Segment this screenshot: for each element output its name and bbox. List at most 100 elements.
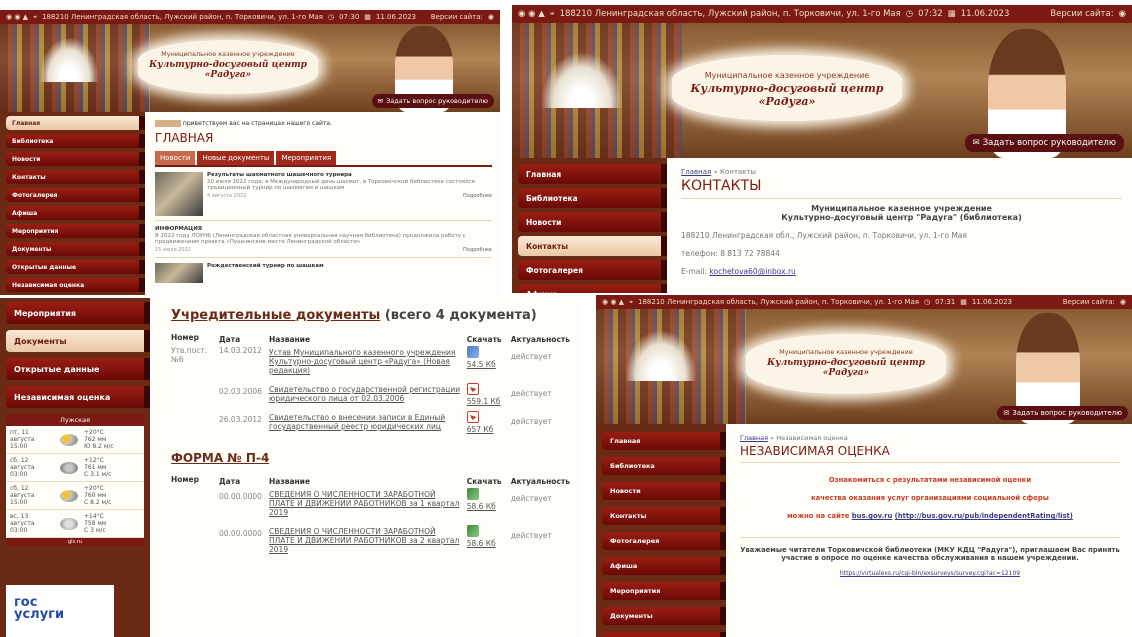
sidebar-item-news[interactable]: Новости <box>602 482 726 500</box>
doc-number <box>171 383 219 411</box>
doc-size-link[interactable]: 58.6 Кб <box>467 502 496 511</box>
sidebar-item-home[interactable]: Главная <box>6 116 145 130</box>
sidebar-item-rating[interactable]: Независимая оценка <box>6 386 150 408</box>
table-header: Номер Дата Название Скачать Актуальность <box>171 333 570 346</box>
table-row: 00.00.0000 СВЕДЕНИЯ О ЧИСЛЕННОСТИ ЗАРАБО… <box>171 488 570 525</box>
sidebar-item-documents[interactable]: Документы <box>6 330 150 352</box>
site-banner[interactable]: Муниципальное казенное учреждение Культу… <box>746 334 946 394</box>
ask-director-button[interactable]: ✉ Задать вопрос руководителю <box>371 94 494 108</box>
doc-date: 02.03.2006 <box>219 387 262 396</box>
ask-director-button[interactable]: ✉ Задать вопрос руководителю <box>964 134 1124 152</box>
sidebar-item-playbill[interactable]: Афиша <box>602 557 726 575</box>
tab-new-documents[interactable]: Новые документы <box>197 151 275 165</box>
email-link[interactable]: kochetova60@inbox.ru <box>709 267 795 276</box>
partly-cloudy-icon <box>60 433 78 446</box>
weather-time: 15:00 <box>10 443 28 450</box>
org-name: Культурно-досуговый центр "Радуга" (библ… <box>781 213 1022 222</box>
news-thumbnail[interactable] <box>155 263 203 283</box>
version-label: Версии сайта: <box>1062 298 1115 306</box>
weather-wind: С 3 м/с <box>84 527 106 534</box>
sidebar-item-events[interactable]: Мероприятия <box>602 582 726 600</box>
site-banner[interactable]: Муниципальное казенное учреждение Культу… <box>138 40 318 94</box>
panel-contacts: ◉ ◉ ▲ ⌖ 188210 Ленинградская область, Лу… <box>512 5 1132 293</box>
excel-icon[interactable] <box>466 525 479 537</box>
page-title-link[interactable]: Учредительные документы <box>171 308 380 323</box>
column-header: Актуальность <box>510 477 570 486</box>
sidebar-item-library[interactable]: Библиотека <box>518 188 667 208</box>
news-thumbnail[interactable] <box>155 172 203 216</box>
doc-size-link[interactable]: 58.6 Кб <box>467 539 496 548</box>
eye-icon[interactable]: ◉ <box>1120 298 1126 306</box>
read-more-link[interactable]: Подробнее <box>463 193 492 199</box>
sidebar-item-contacts[interactable]: Контакты <box>6 170 145 184</box>
news-item[interactable]: ИНФОРМАЦИЯ В 2022 году ЛОУНБ (Ленинградс… <box>155 226 492 258</box>
pdf-icon[interactable] <box>466 411 479 423</box>
form-section-title[interactable]: ФОРМА № П-4 <box>171 451 570 465</box>
site-banner[interactable]: Муниципальное казенное учреждение Культу… <box>672 55 902 121</box>
news-item[interactable]: Результаты шахматного шашечного турнира … <box>155 172 492 221</box>
breadcrumb-home-link[interactable]: Главная <box>681 168 711 176</box>
doc-name-link[interactable]: Устав Муниципального казенного учреждени… <box>269 348 455 375</box>
sidebar-item-news[interactable]: Новости <box>518 212 667 232</box>
column-header: Дата <box>219 477 241 486</box>
sidebar-item-playbill[interactable]: Афиша <box>518 284 667 293</box>
top-bar: ◉ ◉ ▲ ⌖ 188210 Ленинградская область, Лу… <box>512 5 1132 23</box>
news-title[interactable]: ИНФОРМАЦИЯ <box>155 226 492 232</box>
sidebar-item-open-data[interactable]: Открытые данные <box>6 358 150 380</box>
sidebar-item-open-data[interactable]: Открытые данные <box>602 632 726 637</box>
weather-footer[interactable]: gis.ru <box>6 538 144 546</box>
doc-name-link[interactable]: СВЕДЕНИЯ О ЧИСЛЕННОСТИ ЗАРАБОТНОЙ ПЛАТЕ … <box>269 490 459 517</box>
sidebar-item-home[interactable]: Главная <box>602 432 726 450</box>
pdf-icon[interactable] <box>466 383 479 395</box>
doc-name-link[interactable]: СВЕДЕНИЯ О ЧИСЛЕННОСТИ ЗАРАБОТНОЙ ПЛАТЕ … <box>269 527 459 554</box>
accessibility-icon[interactable]: ◉ ◉ ▲ <box>6 13 28 21</box>
news-item[interactable]: Рождественский турнир по шашкам <box>155 263 492 287</box>
accessibility-icon[interactable]: ◉ ◉ ▲ <box>602 298 624 306</box>
doc-size-link[interactable]: 559.1 Кб <box>467 397 501 406</box>
survey-link[interactable]: https://virtualexs.ru/cgi-bin/exsurveys/… <box>840 570 1020 577</box>
accessibility-icon[interactable]: ◉ ◉ ▲ <box>518 9 545 19</box>
sidebar-item-gallery[interactable]: Фотогалерея <box>602 532 726 550</box>
doc-size-link[interactable]: 657 Кб <box>467 425 494 434</box>
news-title[interactable]: Рождественский турнир по шашкам <box>207 263 492 269</box>
read-more-link[interactable]: Подробнее <box>463 247 492 253</box>
sidebar-item-library[interactable]: Библиотека <box>602 457 726 475</box>
breadcrumb-home-link[interactable]: Главная <box>740 434 768 442</box>
sidebar-item-documents[interactable]: Документы <box>6 242 145 256</box>
bus-gov-rating-link[interactable]: (http://bus.gov.ru/pub/independentRating… <box>895 512 1073 520</box>
doc-name-link[interactable]: Свидетельство о внесении записи в Единый… <box>269 413 445 431</box>
eye-icon[interactable]: ◉ <box>1119 9 1126 19</box>
sidebar-item-documents[interactable]: Документы <box>602 607 726 625</box>
doc-size-link[interactable]: 54.5 Кб <box>467 360 496 369</box>
sidebar-item-playbill[interactable]: Афиша <box>6 206 145 220</box>
tab-events[interactable]: Мероприятия <box>276 151 337 165</box>
sidebar-item-events[interactable]: Мероприятия <box>6 302 150 324</box>
sidebar-item-open-data[interactable]: Открытые данные <box>6 260 145 274</box>
sidebar-item-rating[interactable]: Независимая оценка <box>6 278 145 292</box>
sidebar-item-home[interactable]: Главная <box>518 164 667 184</box>
sidebar-item-gallery[interactable]: Фотогалерея <box>518 260 667 280</box>
excel-icon[interactable] <box>466 488 479 500</box>
org-line: Муниципальное казенное учреждение <box>704 71 870 80</box>
bus-gov-link[interactable]: bus.gov.ru <box>852 512 893 520</box>
sidebar-item-library[interactable]: Библиотека <box>6 134 145 148</box>
tab-news[interactable]: Новости <box>155 151 196 165</box>
ask-director-button[interactable]: ✉ Задать вопрос руководителю <box>997 406 1128 420</box>
org-block: Муниципальное казенное учреждение Культу… <box>681 204 1122 222</box>
doc-number <box>171 411 219 439</box>
doc-number <box>171 525 219 562</box>
sidebar-item-gallery[interactable]: Фотогалерея <box>6 188 145 202</box>
weather-row: пт, 11 августа 15:00 +20°C 762 мм Ю 8.2 м/с <box>6 426 144 454</box>
weather-day: сб, 12 августа <box>10 457 35 471</box>
gosuslugi-logo[interactable]: гос услуги <box>14 596 114 621</box>
gosuslugi-banner[interactable]: гос услуги <box>6 585 114 637</box>
doc-name-link[interactable]: Свидетельство о государственной регистра… <box>269 385 460 403</box>
eye-icon[interactable]: ◉ <box>488 13 494 21</box>
sidebar-item-contacts[interactable]: Контакты <box>518 236 667 256</box>
sidebar-item-events[interactable]: Мероприятия <box>6 224 145 238</box>
sidebar-item-contacts[interactable]: Контакты <box>602 507 726 525</box>
open-book-image <box>40 38 98 82</box>
news-title[interactable]: Результаты шахматного шашечного турнира <box>207 172 492 178</box>
word-doc-icon[interactable] <box>466 346 479 358</box>
sidebar-item-news[interactable]: Новости <box>6 152 145 166</box>
